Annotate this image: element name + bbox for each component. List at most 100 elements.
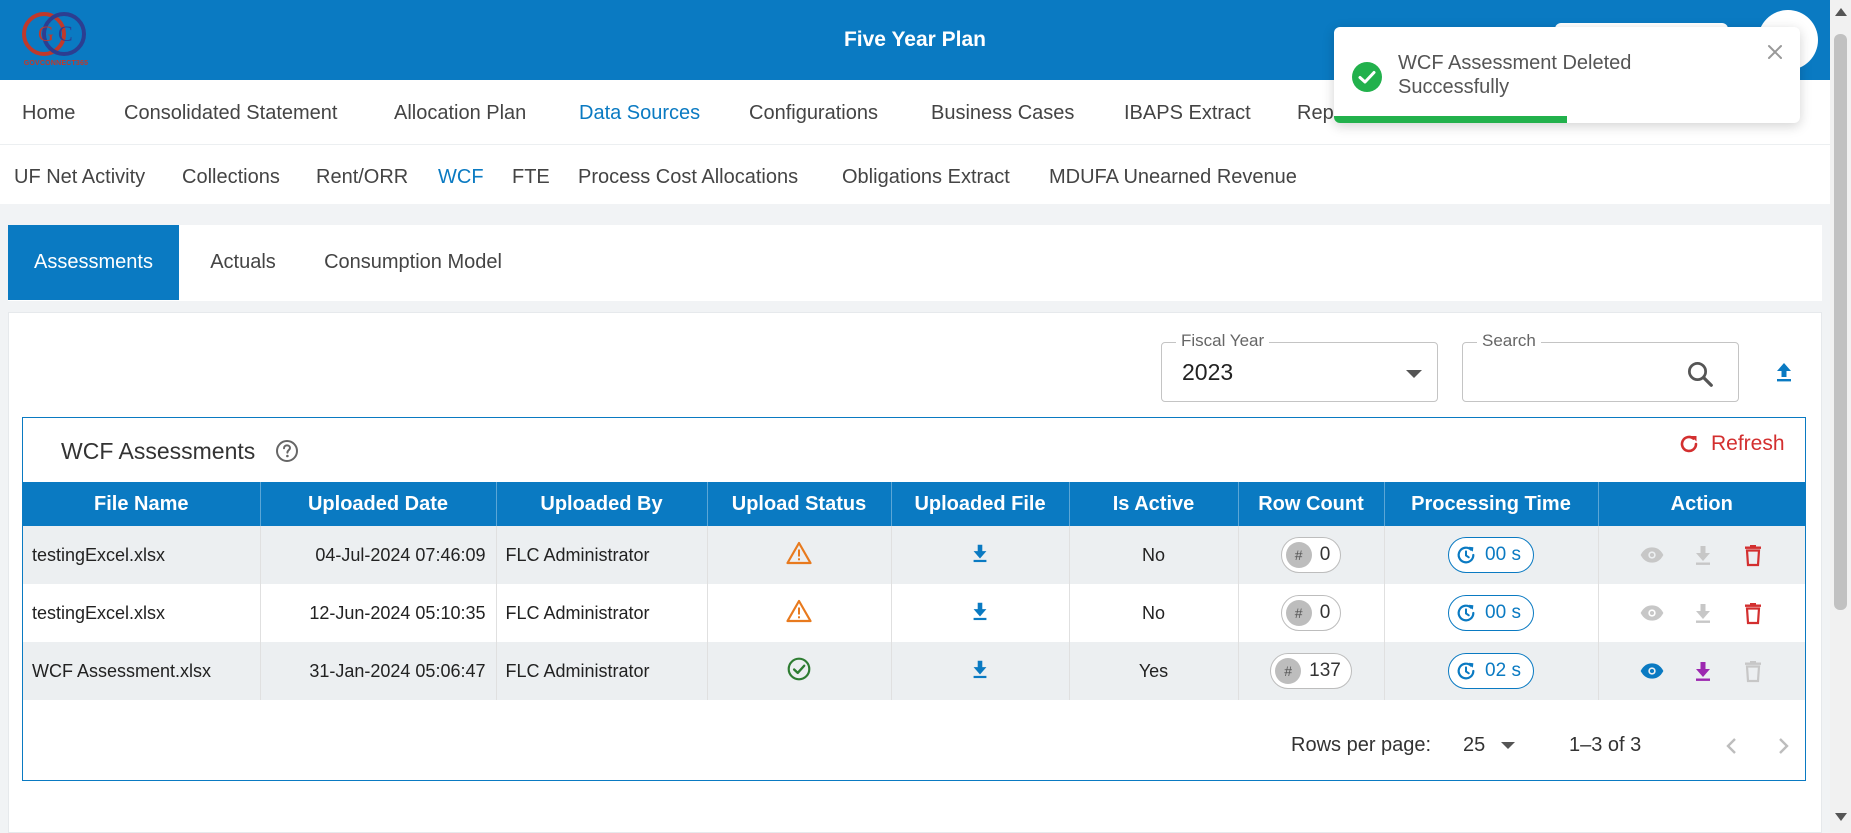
scroll-up-arrow-icon[interactable] (1835, 8, 1847, 16)
cell-uploaded-date: 04-Jul-2024 07:46:09 (260, 526, 497, 584)
rows-per-page-label: Rows per page: (1291, 734, 1432, 756)
pagination: Rows per page: 25 1–3 of 3 (23, 726, 1805, 766)
view-icon[interactable] (1639, 542, 1665, 568)
cell-file-name: testingExcel.xlsx (23, 584, 261, 642)
col-file-name[interactable]: File Name (23, 482, 261, 526)
subnav-collections[interactable]: Collections (182, 166, 280, 189)
table-header-row: File Name Uploaded Date Uploaded By Uplo… (23, 482, 1805, 526)
row-count-chip: #0 (1280, 537, 1342, 573)
download-icon[interactable] (1691, 601, 1715, 625)
refresh-button[interactable]: Refresh (1677, 432, 1785, 456)
warning-icon (786, 599, 812, 622)
cell-upload-status (707, 642, 892, 700)
subnav-mdufa-unearned-revenue[interactable]: MDUFA Unearned Revenue (1049, 166, 1297, 189)
col-processing-time[interactable]: Processing Time (1384, 482, 1599, 526)
col-uploaded-by[interactable]: Uploaded By (496, 482, 708, 526)
col-uploaded-file[interactable]: Uploaded File (891, 482, 1070, 526)
processing-time-value: 00 s (1485, 544, 1521, 565)
hash-icon: # (1275, 658, 1302, 684)
cell-row-count: #0 (1238, 584, 1385, 642)
search-label: Search (1477, 331, 1541, 351)
table-row: testingExcel.xlsx 04-Jul-2024 07:46:09 F… (23, 526, 1805, 584)
tab-actuals[interactable]: Actuals (188, 225, 298, 300)
help-icon[interactable] (275, 439, 299, 463)
cell-actions (1598, 642, 1805, 700)
scrollbar-thumb[interactable] (1834, 34, 1847, 610)
download-icon[interactable] (969, 600, 991, 622)
cell-actions (1598, 526, 1805, 584)
nav-business-cases[interactable]: Business Cases (931, 102, 1074, 125)
view-icon[interactable] (1639, 600, 1665, 626)
col-upload-status[interactable]: Upload Status (707, 482, 892, 526)
download-icon[interactable] (1691, 543, 1715, 567)
row-count-chip: #137 (1270, 653, 1352, 689)
cell-is-active: No (1069, 584, 1239, 642)
cell-uploaded-file (891, 526, 1070, 584)
tab-bar: Assessments Actuals Consumption Model (8, 225, 1822, 301)
fiscal-year-value: 2023 (1182, 359, 1234, 385)
fiscal-year-label: Fiscal Year (1176, 331, 1270, 351)
table-row: testingExcel.xlsx 12-Jun-2024 05:10:35 F… (23, 584, 1805, 642)
processing-time-chip: 00 s (1448, 537, 1534, 573)
cell-upload-status (707, 584, 892, 642)
nav-home[interactable]: Home (22, 102, 75, 125)
toast-notification: WCF Assessment Deleted Successfully (1334, 27, 1800, 123)
download-icon[interactable] (969, 542, 991, 564)
processing-time-chip: 02 s (1448, 653, 1534, 689)
delete-icon[interactable] (1741, 601, 1765, 625)
scrollbar[interactable] (1830, 0, 1851, 833)
search-field[interactable]: Search (1462, 331, 1739, 402)
col-uploaded-date[interactable]: Uploaded Date (260, 482, 497, 526)
refresh-icon (1680, 435, 1698, 453)
hash-icon: # (1285, 542, 1312, 568)
subnav-wcf[interactable]: WCF (438, 166, 484, 189)
view-icon[interactable] (1639, 658, 1665, 684)
subnav-obligations-extract[interactable]: Obligations Extract (842, 166, 1010, 189)
fiscal-year-select[interactable]: Fiscal Year 2023 (1161, 331, 1438, 402)
nav-data-sources[interactable]: Data Sources (579, 102, 700, 125)
tab-consumption-model[interactable]: Consumption Model (308, 225, 518, 300)
cell-uploaded-file (891, 642, 1070, 700)
download-icon[interactable] (969, 658, 991, 680)
close-icon[interactable] (1766, 43, 1784, 61)
nav-reports[interactable]: Rep (1297, 102, 1334, 125)
table-row: WCF Assessment.xlsx 31-Jan-2024 05:06:47… (23, 642, 1805, 700)
col-is-active[interactable]: Is Active (1069, 482, 1239, 526)
delete-icon[interactable] (1741, 543, 1765, 567)
assessments-table: File Name Uploaded Date Uploaded By Uplo… (23, 482, 1805, 700)
timer-icon (1457, 546, 1475, 564)
row-count-value: 0 (1319, 602, 1331, 623)
upload-icon[interactable] (1772, 360, 1796, 384)
download-icon[interactable] (1691, 659, 1715, 683)
caret-down-icon (1406, 370, 1422, 378)
cell-processing-time: 02 s (1384, 642, 1599, 700)
processing-time-chip: 00 s (1448, 595, 1534, 631)
rows-per-page-select[interactable]: 25 (1463, 734, 1515, 757)
chevron-left-icon[interactable] (1720, 734, 1744, 758)
row-count-value: 137 (1309, 660, 1341, 681)
cell-actions (1598, 584, 1805, 642)
col-row-count[interactable]: Row Count (1238, 482, 1385, 526)
nav-ibaps-extract[interactable]: IBAPS Extract (1124, 102, 1251, 125)
subnav-rent-orr[interactable]: Rent/ORR (316, 166, 408, 189)
nav-consolidated-statement[interactable]: Consolidated Statement (124, 102, 337, 125)
cell-is-active: No (1069, 526, 1239, 584)
tab-assessments[interactable]: Assessments (8, 225, 179, 300)
rows-per-page-value: 25 (1463, 734, 1486, 756)
row-count-chip: #0 (1280, 595, 1342, 631)
subnav-process-cost-allocations[interactable]: Process Cost Allocations (578, 166, 798, 189)
nav-configurations[interactable]: Configurations (749, 102, 878, 125)
cell-uploaded-by: FLC Administrator (496, 642, 708, 700)
warning-icon (786, 541, 812, 564)
timer-icon (1457, 662, 1475, 680)
chevron-right-icon[interactable] (1771, 734, 1795, 758)
search-input[interactable] (1477, 357, 1667, 387)
nav-allocation-plan[interactable]: Allocation Plan (394, 102, 526, 125)
search-icon[interactable] (1685, 359, 1715, 389)
delete-icon[interactable] (1741, 659, 1765, 683)
cell-uploaded-by: FLC Administrator (496, 526, 708, 584)
scroll-down-arrow-icon[interactable] (1835, 813, 1847, 821)
timer-icon (1457, 604, 1475, 622)
subnav-fte[interactable]: FTE (512, 166, 550, 189)
subnav-uf-net-activity[interactable]: UF Net Activity (14, 166, 145, 189)
